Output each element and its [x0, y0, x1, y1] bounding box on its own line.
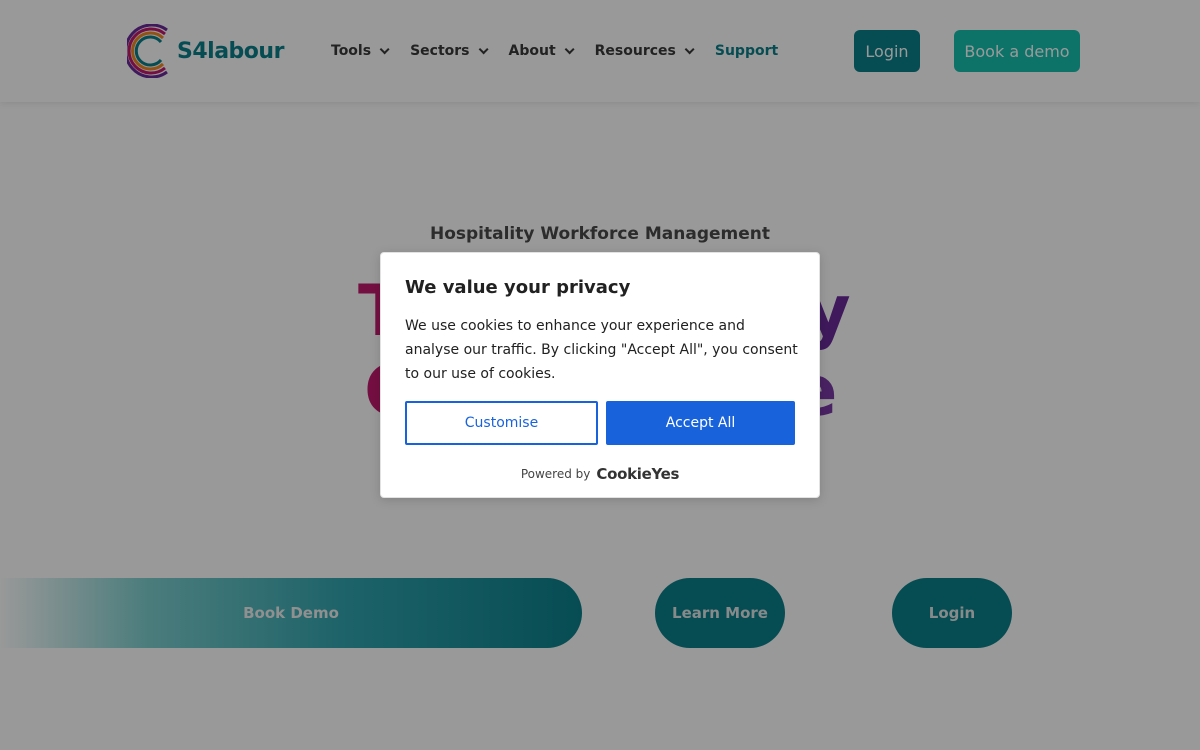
- cookie-title: We value your privacy: [405, 277, 631, 298]
- powered-by: Powered by CookieYes: [381, 465, 819, 483]
- cookie-description: We use cookies to enhance your experienc…: [405, 318, 798, 382]
- page: S4labour Tools Sectors About Resources S…: [0, 0, 1200, 750]
- cookie-consent-dialog: We value your privacy We use cookies to …: [380, 252, 820, 498]
- powered-by-label: Powered by: [520, 467, 591, 481]
- cookieyes-logo[interactable]: CookieYes: [596, 465, 679, 483]
- accept-all-button[interactable]: Accept All: [606, 401, 795, 445]
- customise-button[interactable]: Customise: [405, 401, 598, 445]
